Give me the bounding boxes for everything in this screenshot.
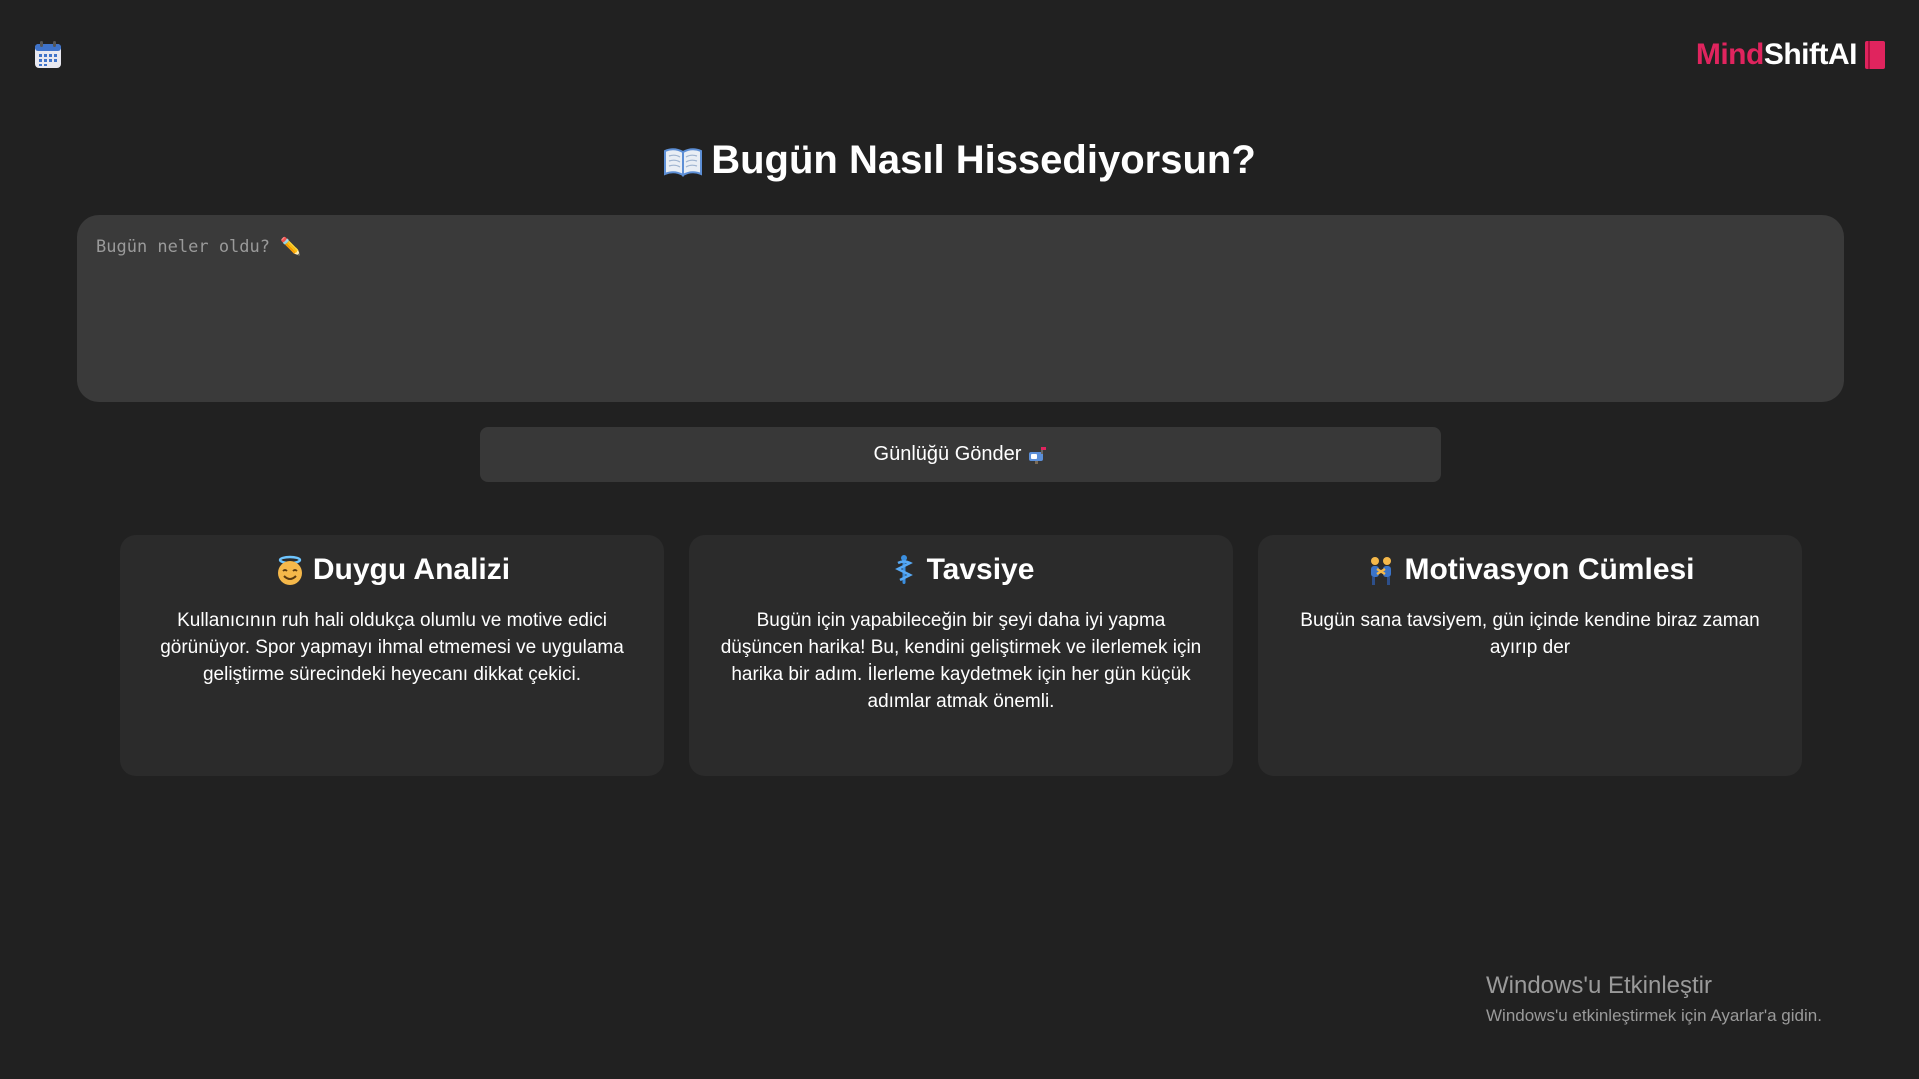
watermark-title: Windows'u Etkinleştir [1486,972,1712,999]
people-wrestling-icon [1365,554,1397,586]
card-text: Bugün için yapabileceğin bir şeyi daha i… [720,610,1202,712]
card-text: Kullanıcının ruh hali oldukça olumlu ve … [160,610,624,685]
red-book-icon [1865,41,1885,69]
calendar-icon[interactable] [33,40,63,70]
card-title: Tavsiye [926,553,1035,586]
page: MindShiftAI Bugün Nasıl Hissediyorsun? G… [0,0,1919,1079]
card-title: Motivasyon Cümlesi [1404,553,1695,586]
card-text: Bugün sana tavsiyem, gün içinde kendine … [1300,610,1760,658]
card-header: Motivasyon Cümlesi [1284,553,1776,587]
brand-shiftai: ShiftAI [1763,38,1858,71]
emotion-analysis-card: Duygu Analizi Kullanıcının ruh hali oldu… [120,535,664,776]
windows-activation-watermark: Windows'u Etkinleştir Windows'u etkinleş… [1486,972,1822,1026]
brand-mind: Mind [1695,38,1764,71]
smiling-face-with-halo-icon [274,554,306,586]
result-cards: Duygu Analizi Kullanıcının ruh hali oldu… [120,535,1802,776]
mailbox-icon [1027,446,1047,464]
page-title: Bugün Nasıl Hissediyorsun? [711,138,1256,182]
motivation-card: Motivasyon Cümlesi Bugün sana tavsiyem, … [1258,535,1802,776]
journal-entry-input[interactable] [77,215,1844,402]
submit-button-label: Günlüğü Gönder [873,443,1022,465]
submit-journal-button[interactable]: Günlüğü Gönder [480,427,1441,482]
page-title-row: Bugün Nasıl Hissediyorsun? [0,138,1919,183]
brand-logo: Mind ShiftAI [1696,38,1885,72]
open-book-icon [663,145,703,177]
advice-card: Tavsiye Bugün için yapabileceğin bir şey… [689,535,1233,776]
card-header: Duygu Analizi [146,553,638,587]
watermark-subtitle: Windows'u etkinleştirmek için Ayarlar'a … [1486,1006,1822,1025]
card-header: Tavsiye [715,553,1207,587]
medical-symbol-icon [888,554,920,586]
card-title: Duygu Analizi [312,553,511,586]
